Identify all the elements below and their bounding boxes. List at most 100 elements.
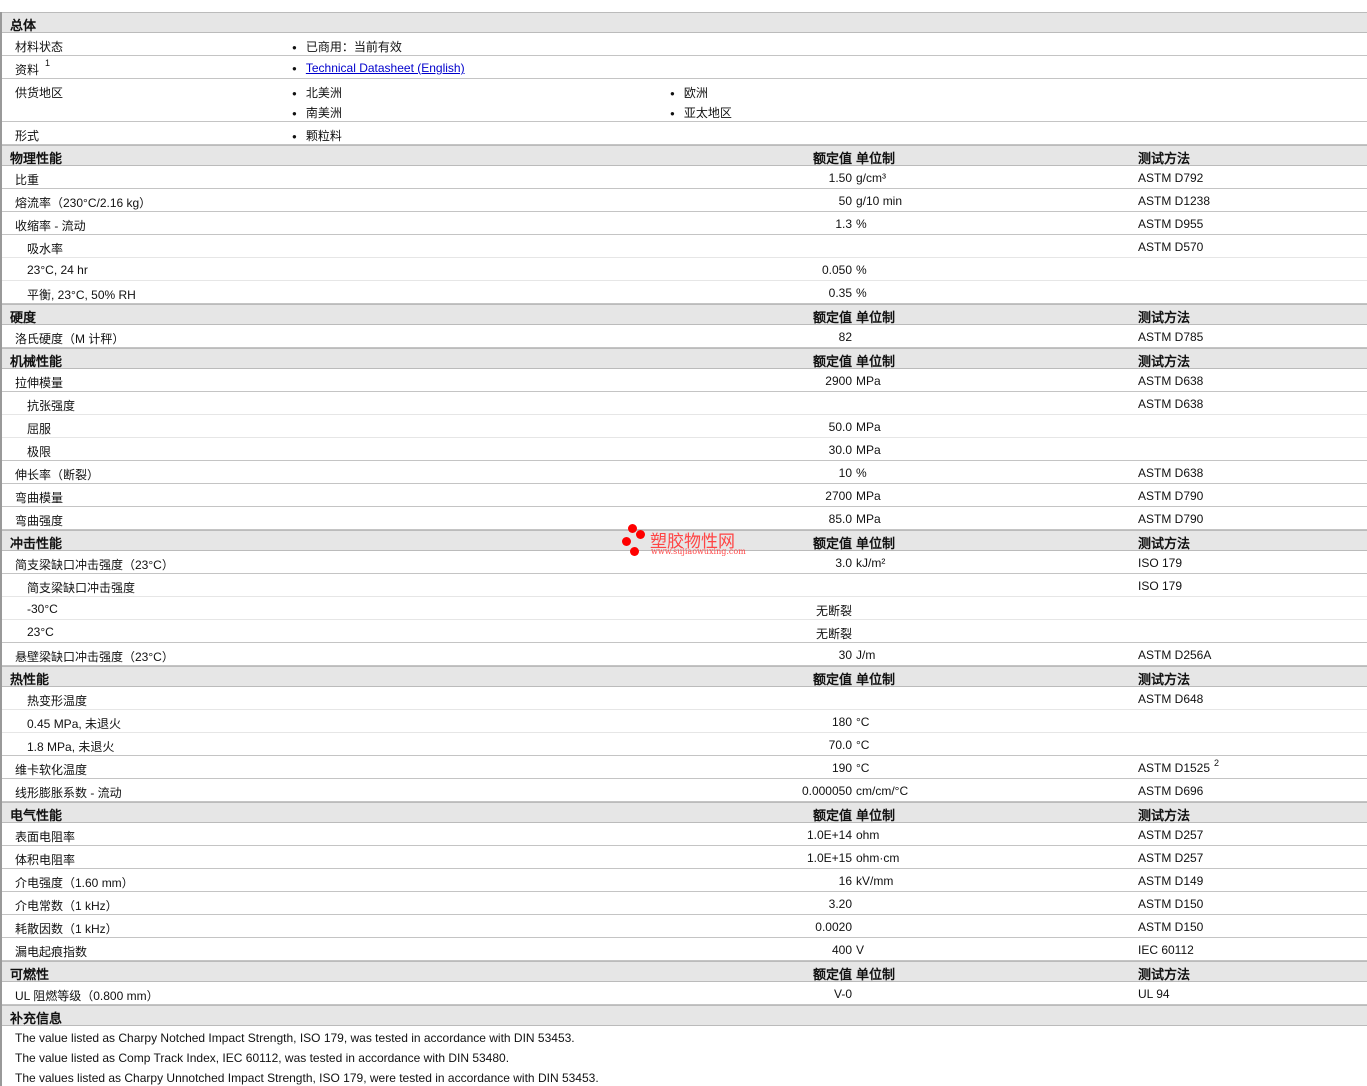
nominal-value: 400 xyxy=(831,943,852,957)
column-header-unit: 单位制 xyxy=(856,967,896,982)
section-header: 电气性能 额定值 单位制 测试方法 xyxy=(2,802,1367,823)
nominal-value: 70.0 xyxy=(828,738,852,752)
nominal-value: 0.000050 xyxy=(801,784,852,798)
unit: kJ/m² xyxy=(856,556,886,570)
table-row: 吸水率 ASTM D570 xyxy=(2,235,1367,258)
column-header-method: 测试方法 xyxy=(1138,967,1191,982)
row-label: 供货地区 xyxy=(15,86,64,100)
column-header-value: 额定值 xyxy=(812,151,852,166)
table-row: 介电常数（1 kHz） 3.20 ASTM D150 xyxy=(2,892,1367,915)
row-label: 弯曲模量 xyxy=(15,491,64,505)
row-label: UL 阻燃等级（0.800 mm） xyxy=(15,989,159,1003)
row-label: 收缩率 - 流动 xyxy=(15,219,86,233)
row-label: 比重 xyxy=(15,173,40,187)
section-header-general: 总体 xyxy=(2,12,1367,33)
section-header: 机械性能 额定值 单位制 测试方法 xyxy=(2,348,1367,369)
row-label: -30°C xyxy=(27,602,58,616)
unit: °C xyxy=(856,738,870,752)
unit: g/10 min xyxy=(856,194,903,208)
column-header-unit: 单位制 xyxy=(856,354,896,369)
nominal-value: 1.0E+15 xyxy=(806,851,852,865)
unit: % xyxy=(856,466,867,480)
row-label: 简支梁缺口冲击强度（23°C） xyxy=(15,558,174,572)
section-title: 总体 xyxy=(10,18,37,33)
column-header-method: 测试方法 xyxy=(1138,672,1191,687)
table-row: 体积电阻率 1.0E+15 ohm·cm ASTM D257 xyxy=(2,846,1367,869)
table-row: 介电强度（1.60 mm） 16 kV/mm ASTM D149 xyxy=(2,869,1367,892)
row-label: 漏电起痕指数 xyxy=(15,945,88,959)
table-row: 抗张强度 ASTM D638 xyxy=(2,392,1367,415)
row-label: 形式 xyxy=(15,129,40,143)
table-row: 表面电阻率 1.0E+14 ohm ASTM D257 xyxy=(2,823,1367,846)
unit: °C xyxy=(856,715,870,729)
nominal-value: 1.0E+14 xyxy=(806,828,852,842)
column-header-unit: 单位制 xyxy=(856,151,896,166)
unit: MPa xyxy=(856,443,881,457)
table-row: 屈服 50.0 MPa xyxy=(2,415,1367,438)
row-label: 悬壁梁缺口冲击强度（23°C） xyxy=(15,650,174,664)
test-method: ASTM D149 xyxy=(1138,874,1204,888)
watermark-logo: 塑胶物性网 www.sujiaowuxing.com xyxy=(620,522,760,562)
row-label: 抗张强度 xyxy=(27,399,76,413)
column-header-value: 额定值 xyxy=(812,536,852,551)
bullet-item: 颗粒料 xyxy=(292,127,342,144)
table-row: 供货地区 北美洲南美洲 欧洲亚太地区 xyxy=(2,79,1367,122)
unit: J/m xyxy=(856,648,876,662)
unit: V xyxy=(856,943,865,957)
section-header: 可燃性 额定值 单位制 测试方法 xyxy=(2,961,1367,982)
table-row: 熔流率（230°C/2.16 kg） 50 g/10 min ASTM D1238 xyxy=(2,189,1367,212)
section-header: 硬度 额定值 单位制 测试方法 xyxy=(2,304,1367,325)
row-label: 1.8 MPa, 未退火 xyxy=(27,740,115,754)
row-label: 体积电阻率 xyxy=(15,853,76,867)
column-header-method: 测试方法 xyxy=(1138,151,1191,166)
unit: kV/mm xyxy=(856,874,894,888)
row-label: 拉伸模量 xyxy=(15,376,64,390)
section-header-notes: 补充信息 xyxy=(2,1005,1367,1026)
table-row: 资料 1 Technical Datasheet (English) xyxy=(2,56,1367,79)
nominal-value: 16 xyxy=(838,874,852,888)
table-row: 材料状态 已商用：当前有效 xyxy=(2,33,1367,56)
test-method: ASTM D256A xyxy=(1138,648,1212,662)
section-title: 硬度 xyxy=(10,310,37,325)
bullet-item: 已商用：当前有效 xyxy=(292,38,402,55)
section-header: 物理性能 额定值 单位制 测试方法 xyxy=(2,145,1367,166)
test-method: ASTM D1238 xyxy=(1138,194,1211,208)
row-label: 材料状态 xyxy=(15,40,64,54)
unit: cm/cm/°C xyxy=(856,784,909,798)
column-header-unit: 单位制 xyxy=(856,808,896,823)
nominal-value: V-0 xyxy=(833,987,852,1001)
section-title: 热性能 xyxy=(10,672,50,687)
row-label: 耗散因数（1 kHz） xyxy=(15,922,118,936)
section-header: 热性能 额定值 单位制 测试方法 xyxy=(2,666,1367,687)
bullet-item: Technical Datasheet (English) xyxy=(292,61,465,75)
test-method: ASTM D150 xyxy=(1138,920,1204,934)
unit: g/cm³ xyxy=(856,171,886,185)
table-row: 23°C 无断裂 xyxy=(2,620,1367,643)
column-header-method: 测试方法 xyxy=(1138,354,1191,369)
test-method: ASTM D150 xyxy=(1138,897,1204,911)
column-header-method: 测试方法 xyxy=(1138,808,1191,823)
nominal-value: 无断裂 xyxy=(815,604,852,618)
table-row: 伸长率（断裂） 10% ASTM D638 xyxy=(2,461,1367,484)
test-method: ISO 179 xyxy=(1138,556,1183,570)
row-label: 资料 xyxy=(15,63,40,77)
table-row: 线形膨胀系数 - 流动 0.000050 cm/cm/°C ASTM D696 xyxy=(2,779,1367,802)
section-title: 补充信息 xyxy=(10,1011,63,1026)
nominal-value: 1.3 xyxy=(835,217,852,231)
table-row: 收缩率 - 流动 1.3% ASTM D955 xyxy=(2,212,1367,235)
row-label: 介电常数（1 kHz） xyxy=(15,899,118,913)
nominal-value: 0.0020 xyxy=(815,920,852,934)
nominal-value: 无断裂 xyxy=(815,627,852,641)
row-label: 维卡软化温度 xyxy=(15,763,88,777)
test-method: UL 94 xyxy=(1138,987,1170,1001)
column-header-value: 额定值 xyxy=(812,672,852,687)
row-label: 弯曲强度 xyxy=(15,514,64,528)
test-method: ASTM D1525 xyxy=(1138,761,1211,775)
row-label: 表面电阻率 xyxy=(15,830,76,844)
table-row: 简支梁缺口冲击强度 ISO 179 xyxy=(2,574,1367,597)
nominal-value: 1.50 xyxy=(828,171,852,185)
test-method: ASTM D792 xyxy=(1138,171,1204,185)
technical-datasheet-link[interactable]: Technical Datasheet (English) xyxy=(306,61,465,75)
test-method: ASTM D257 xyxy=(1138,828,1204,842)
unit: ohm xyxy=(856,828,880,842)
